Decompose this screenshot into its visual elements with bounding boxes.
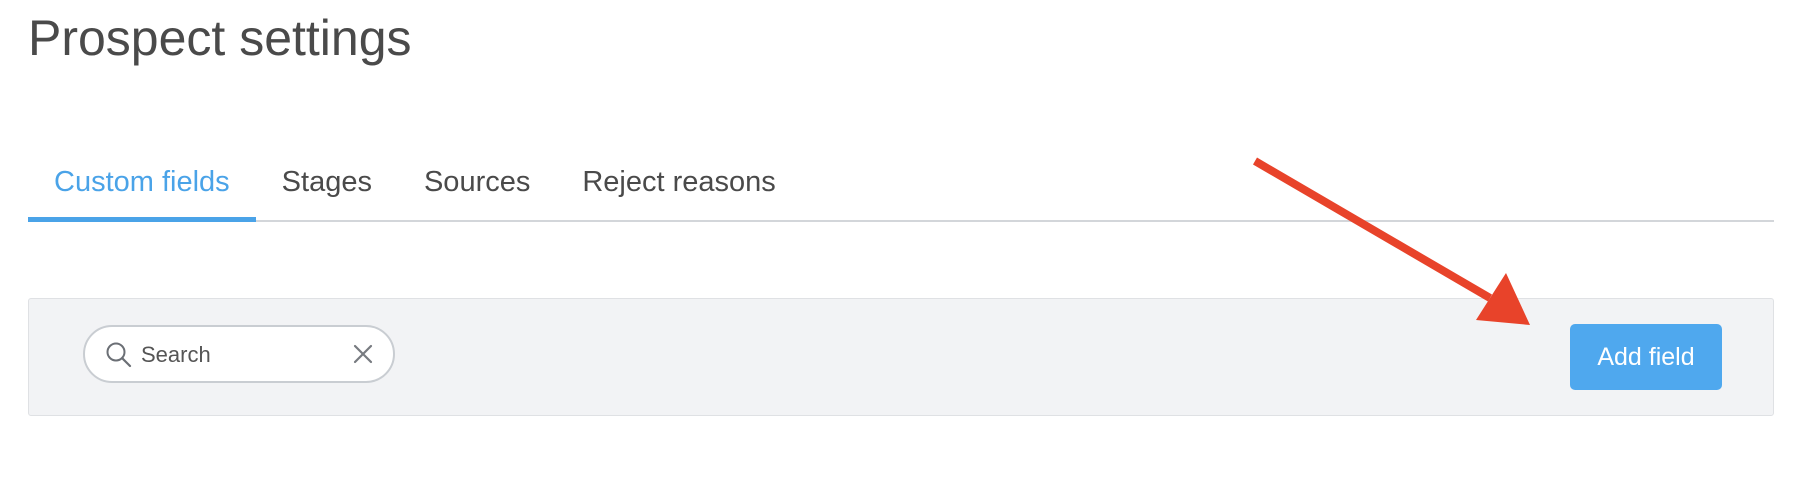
tab-stages[interactable]: Stages [256, 150, 398, 220]
add-field-button[interactable]: Add field [1570, 324, 1722, 390]
search-icon [106, 342, 132, 368]
close-icon[interactable] [351, 342, 375, 366]
tab-reject-reasons[interactable]: Reject reasons [556, 150, 801, 220]
tab-sources[interactable]: Sources [398, 150, 556, 220]
search-box[interactable] [83, 325, 395, 383]
toolbar-panel: Add field [28, 298, 1774, 416]
search-input[interactable] [139, 335, 333, 375]
tab-bar: Custom fields Stages Sources Reject reas… [28, 150, 1774, 222]
page-title: Prospect settings [28, 10, 412, 66]
tab-custom-fields[interactable]: Custom fields [28, 150, 256, 222]
